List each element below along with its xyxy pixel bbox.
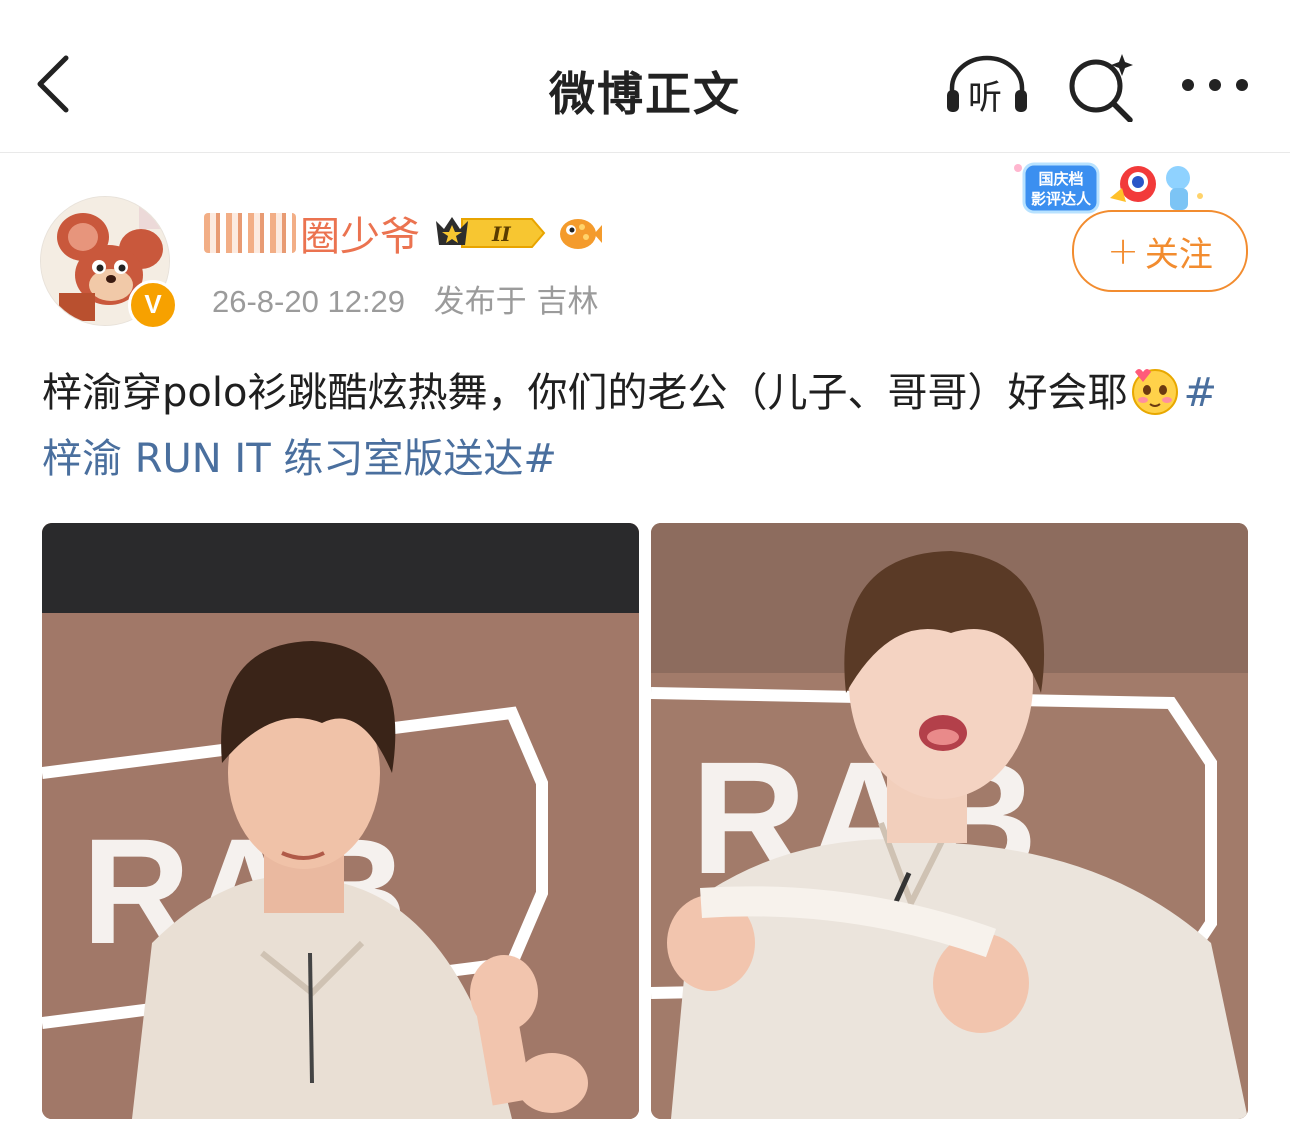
post-image-1[interactable]: RAB <box>42 523 639 1119</box>
more-button[interactable] <box>1178 72 1252 98</box>
author-name-row: 圈少爷 II <box>204 206 602 260</box>
top-navbar: 微博正文 听 <box>0 0 1290 153</box>
post-location: 发布于 吉林 <box>433 284 599 320</box>
dancer-photo-right: RAB <box>651 523 1248 1119</box>
post-image-2[interactable]: RAB <box>651 523 1248 1119</box>
post-text-main: 梓渝穿polo衫跳酷炫热舞，你们的老公（儿子、哥哥）好会耶 <box>42 370 1128 416</box>
blushing-emoji-icon <box>1132 369 1179 415</box>
fish-badge-icon <box>560 219 602 249</box>
plus-icon: + <box>1107 229 1139 273</box>
post-timestamp: 26-8-20 12:29 <box>212 284 406 319</box>
movie-reviewer-badge-icon: 国庆档 影评达人 <box>1014 162 1203 214</box>
dancer-photo-left: RAB <box>42 523 639 1119</box>
svg-text:国庆档: 国庆档 <box>1038 170 1083 188</box>
listen-button[interactable]: 听 <box>944 54 1030 118</box>
vip-crown-badge-icon[interactable]: II <box>432 211 548 255</box>
follow-label: 关注 <box>1144 234 1213 275</box>
follow-button[interactable]: + 关注 <box>1072 210 1248 292</box>
verified-badge-icon: V <box>128 280 178 330</box>
more-dots-icon <box>1182 79 1248 91</box>
post-meta: 26-8-20 12:29 发布于 吉林 <box>212 276 599 321</box>
event-badge[interactable]: 国庆档 影评达人 <box>1010 158 1210 218</box>
name-prefix-blurred <box>204 213 296 253</box>
search-button[interactable] <box>1066 52 1138 123</box>
listen-label: 听 <box>968 78 1002 118</box>
author-username[interactable]: 圈少爷 <box>300 204 420 262</box>
search-sparkle-icon <box>1069 54 1133 123</box>
vip-level-text: II <box>491 222 511 246</box>
svg-text:影评达人: 影评达人 <box>1031 190 1092 208</box>
post-content: 梓渝穿polo衫跳酷炫热舞，你们的老公（儿子、哥哥）好会耶 #梓渝 RUN IT… <box>42 360 1252 492</box>
